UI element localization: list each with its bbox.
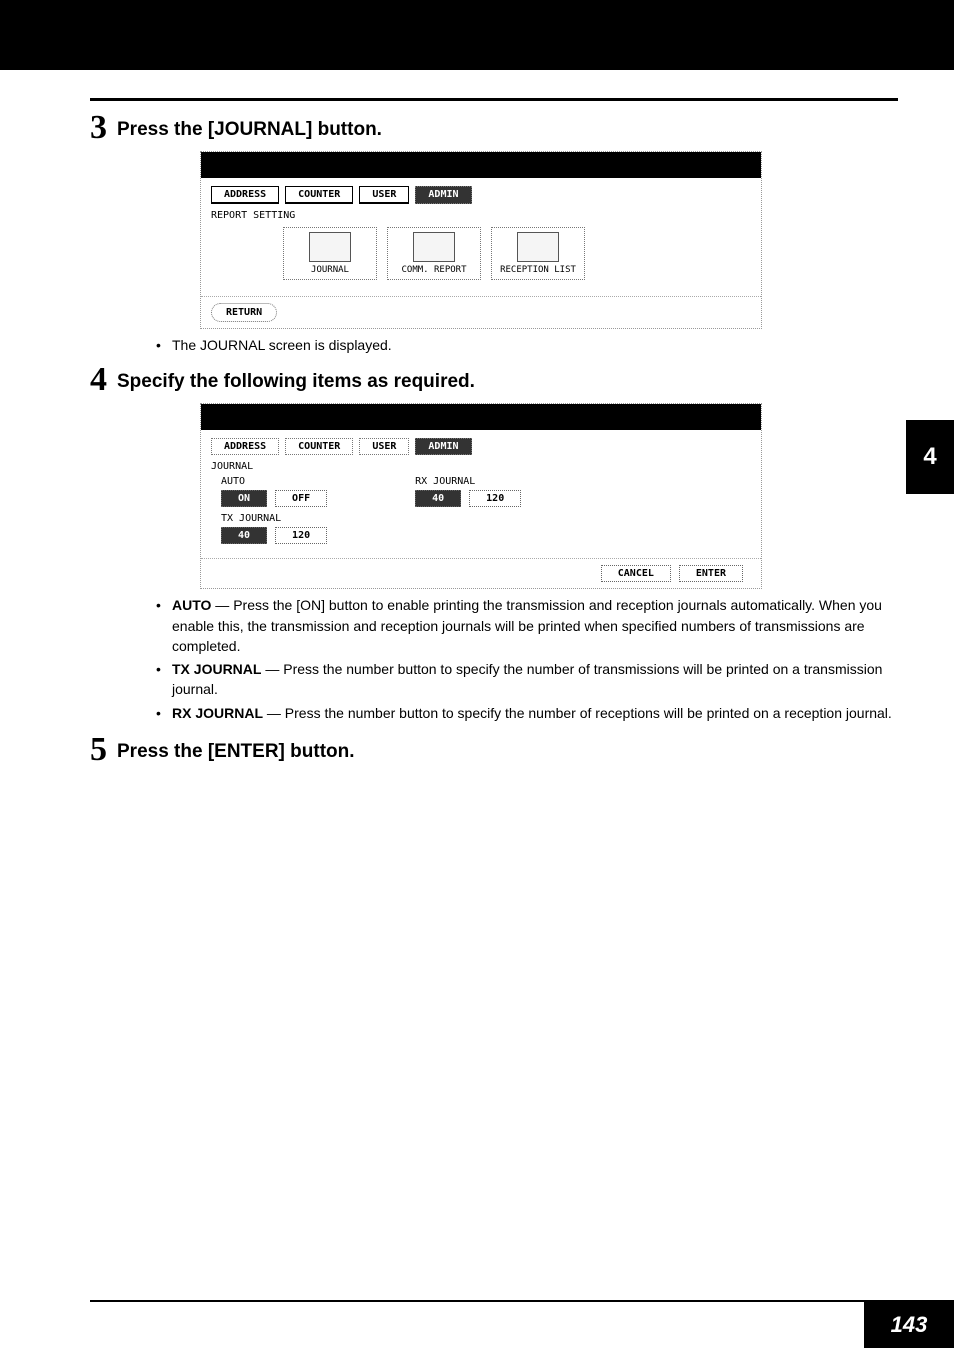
tab-counter-2[interactable]: COUNTER — [285, 438, 353, 455]
step-4-number: 4 — [90, 363, 107, 397]
comm-report-icon — [413, 232, 455, 262]
explain-auto: AUTO — Press the [ON] button to enable p… — [154, 595, 898, 656]
footer-rule — [90, 1300, 954, 1302]
step-4-title: Specify the following items as required. — [117, 363, 475, 393]
explain-rx: RX JOURNAL — Press the number button to … — [154, 703, 898, 723]
screenshot-journal-settings: ADDRESS COUNTER USER ADMIN JOURNAL AUTO … — [200, 403, 762, 589]
step-3-number: 3 — [90, 111, 107, 145]
tx-120-button[interactable]: 120 — [275, 527, 327, 544]
auto-on-button[interactable]: ON — [221, 490, 267, 507]
page-number: 143 — [864, 1302, 954, 1348]
header-black-bar — [0, 0, 954, 70]
rx-40-button[interactable]: 40 — [415, 490, 461, 507]
auto-label: AUTO — [221, 476, 335, 487]
reception-list-button[interactable]: RECEPTION LIST — [491, 227, 585, 280]
return-button[interactable]: RETURN — [211, 303, 277, 322]
tx-journal-label: TX JOURNAL — [221, 513, 335, 524]
journal-icon — [309, 232, 351, 262]
reception-list-icon — [517, 232, 559, 262]
note-journal-displayed: The JOURNAL screen is displayed. — [154, 335, 898, 355]
step-5-title: Press the [ENTER] button. — [117, 733, 355, 763]
journal-subtitle: JOURNAL — [211, 461, 751, 472]
report-setting-label: REPORT SETTING — [211, 210, 751, 221]
tab-user[interactable]: USER — [359, 186, 409, 204]
auto-off-button[interactable]: OFF — [275, 490, 327, 507]
step-3-title: Press the [JOURNAL] button. — [117, 111, 382, 141]
tab-admin-2[interactable]: ADMIN — [415, 438, 471, 455]
rx-120-button[interactable]: 120 — [469, 490, 521, 507]
explain-tx: TX JOURNAL — Press the number button to … — [154, 659, 898, 700]
enter-button[interactable]: ENTER — [679, 565, 743, 582]
tab-counter[interactable]: COUNTER — [285, 186, 353, 204]
tab-address[interactable]: ADDRESS — [211, 186, 279, 204]
comm-report-button[interactable]: COMM. REPORT — [387, 227, 481, 280]
rx-journal-label: RX JOURNAL — [415, 476, 529, 487]
tab-address-2[interactable]: ADDRESS — [211, 438, 279, 455]
journal-label: JOURNAL — [311, 265, 349, 275]
comm-report-label: COMM. REPORT — [401, 265, 466, 275]
rule-top — [90, 98, 898, 101]
tab-user-2[interactable]: USER — [359, 438, 409, 455]
chapter-side-tab: 4 — [906, 420, 954, 494]
step-5-number: 5 — [90, 733, 107, 767]
tab-admin[interactable]: ADMIN — [415, 186, 471, 204]
cancel-button[interactable]: CANCEL — [601, 565, 671, 582]
reception-list-label: RECEPTION LIST — [500, 265, 576, 275]
screenshot-report-setting: ADDRESS COUNTER USER ADMIN REPORT SETTIN… — [200, 151, 762, 329]
journal-button[interactable]: JOURNAL — [283, 227, 377, 280]
tx-40-button[interactable]: 40 — [221, 527, 267, 544]
